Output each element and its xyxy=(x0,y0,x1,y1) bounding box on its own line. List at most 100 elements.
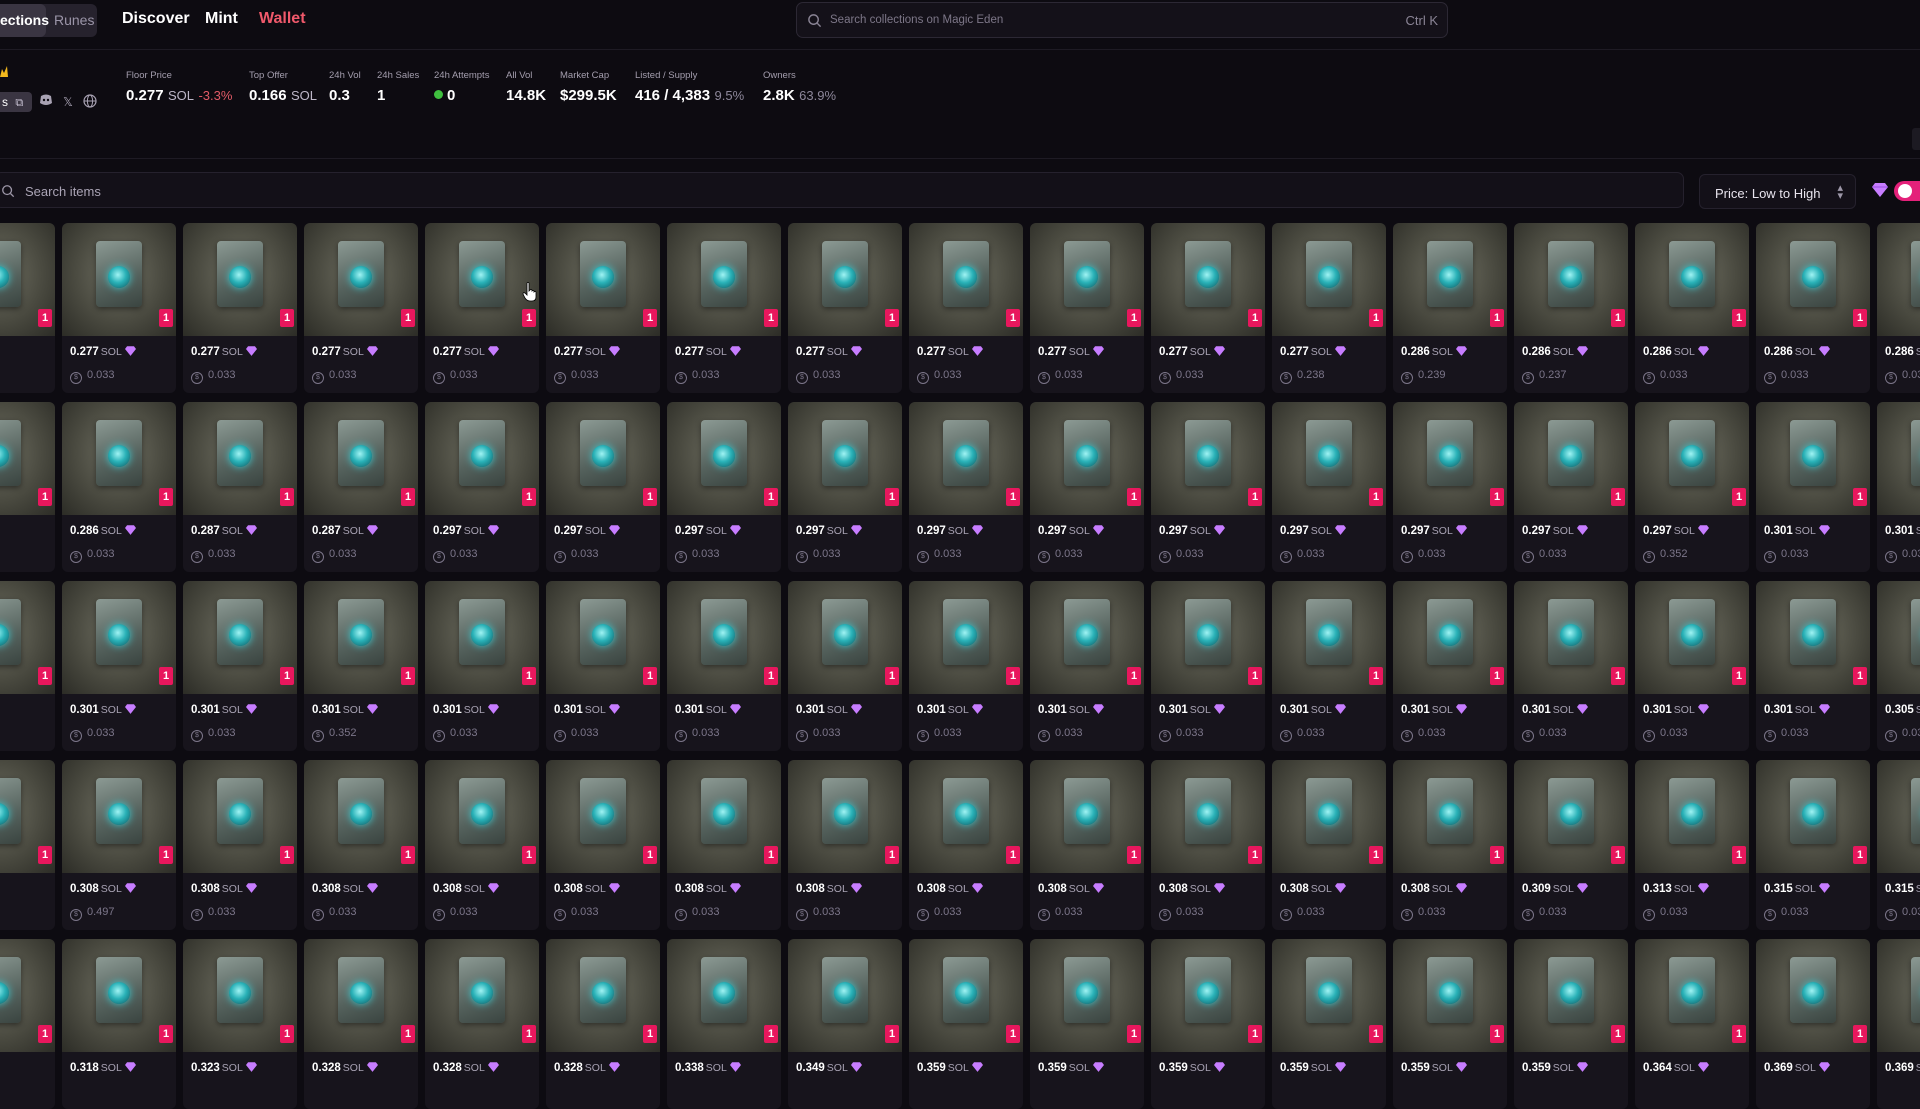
nft-card[interactable]: 1 0.359 SOL xyxy=(909,939,1023,1109)
nft-card[interactable]: 1 0.318 SOL xyxy=(62,939,176,1109)
nft-card[interactable]: 1 0.297 SOL $0.033 xyxy=(788,402,902,572)
nft-card[interactable]: 1 0.364 SOL xyxy=(1635,939,1749,1109)
nft-card[interactable]: 1 0.308 SOL $0.497 xyxy=(62,760,176,930)
nft-card[interactable]: 1 0.286 SOL $0.033 xyxy=(1635,223,1749,393)
nft-card[interactable]: 1 0.359 SOL xyxy=(1030,939,1144,1109)
nft-card[interactable]: 1 0.359 SOL xyxy=(1272,939,1386,1109)
nft-card[interactable]: 1 0.297 SOL $0.352 xyxy=(1635,402,1749,572)
nft-card[interactable]: 1 0.297 SOL $0.033 xyxy=(1514,402,1628,572)
nft-card[interactable]: 1 0.308 SOL $0.033 xyxy=(304,760,418,930)
price-unit: SOL xyxy=(1552,704,1574,716)
nft-card[interactable]: 1 0.308 SOL $0.033 xyxy=(183,760,297,930)
nft-card[interactable]: 1 0.301 SOL $0.033 xyxy=(1514,581,1628,751)
nft-card[interactable]: 1 0.277 SOL $0.033 xyxy=(1151,223,1265,393)
nft-card[interactable]: 1 0.301 SOL $0.033 xyxy=(1393,581,1507,751)
nft-card[interactable]: 1 0.308 SOL $0.033 xyxy=(425,760,539,930)
last-sale-value: 0.033 xyxy=(934,906,962,918)
nft-card[interactable]: 1 0.297 SOL $0.033 xyxy=(1030,402,1144,572)
nft-card[interactable]: 1 0.286 SOL $0.033 xyxy=(62,402,176,572)
nft-card[interactable]: 1 0.277 SOL $0.033 xyxy=(788,223,902,393)
nft-card[interactable]: 1 0.301 SOL $0.033 xyxy=(183,581,297,751)
last-sale-label: $0.033 xyxy=(917,906,962,921)
nft-card[interactable]: 1 0.301 SOL $0.033 xyxy=(909,581,1023,751)
nft-card[interactable]: 1 0.277 SOL $0.033 xyxy=(304,223,418,393)
nft-card[interactable]: 1 xyxy=(0,223,55,393)
nft-card[interactable]: 1 0.277 SOL $0.033 xyxy=(62,223,176,393)
nft-card[interactable]: 10.315SOL$0.03 xyxy=(1877,760,1920,930)
nft-card[interactable]: 1 xyxy=(0,939,55,1109)
nft-card[interactable]: 1 0.301 SOL $0.033 xyxy=(788,581,902,751)
nft-card[interactable]: 1 0.359 SOL xyxy=(1393,939,1507,1109)
nft-card[interactable]: 1 0.308 SOL $0.033 xyxy=(546,760,660,930)
nft-card[interactable]: 1 xyxy=(0,760,55,930)
quantity-badge: 1 xyxy=(280,1025,294,1043)
nft-card[interactable]: 1 0.287 SOL $0.033 xyxy=(183,402,297,572)
nft-card[interactable]: 1 0.286 SOL $0.239 xyxy=(1393,223,1507,393)
nft-card[interactable]: 1 0.277 SOL $0.033 xyxy=(909,223,1023,393)
nft-card[interactable]: 10.286SOL$0.03 xyxy=(1877,223,1920,393)
nft-card[interactable]: 1 0.359 SOL xyxy=(1151,939,1265,1109)
nft-card[interactable]: 1 0.301 SOL $0.033 xyxy=(425,581,539,751)
last-sale-icon: $ xyxy=(1038,551,1050,563)
nft-card[interactable]: 1 0.301 SOL $0.033 xyxy=(667,581,781,751)
nft-card[interactable]: 1 0.315 SOL $0.033 xyxy=(1756,760,1870,930)
price-unit: SOL xyxy=(705,883,727,895)
nft-card[interactable]: 10.369SOL xyxy=(1877,939,1920,1109)
nft-card[interactable]: 1 0.313 SOL $0.033 xyxy=(1635,760,1749,930)
nft-card[interactable]: 1 0.301 SOL $0.033 xyxy=(1756,402,1870,572)
nft-card[interactable]: 1 0.308 SOL $0.033 xyxy=(788,760,902,930)
nft-card[interactable]: 1 0.286 SOL $0.237 xyxy=(1514,223,1628,393)
last-sale-icon: $ xyxy=(796,551,808,563)
quantity-badge: 1 xyxy=(159,1025,173,1043)
nft-card[interactable]: 1 0.328 SOL xyxy=(546,939,660,1109)
nft-card[interactable]: 1 0.277 SOL $0.033 xyxy=(667,223,781,393)
nft-card[interactable]: 1 0.301 SOL $0.033 xyxy=(1635,581,1749,751)
orb-art xyxy=(1439,982,1461,1004)
price-value: 0.297 xyxy=(1522,525,1551,537)
nft-card[interactable]: 1 0.297 SOL $0.033 xyxy=(1393,402,1507,572)
nft-card[interactable]: 10.301SOL$0.03 xyxy=(1877,402,1920,572)
nft-card[interactable]: 1 0.301 SOL $0.033 xyxy=(1756,581,1870,751)
nft-card[interactable]: 1 0.328 SOL xyxy=(425,939,539,1109)
nft-card[interactable]: 1 0.301 SOL $0.033 xyxy=(1030,581,1144,751)
nft-card[interactable]: 10.369SOL xyxy=(1756,939,1870,1109)
nft-card[interactable]: 1 0.349 SOL xyxy=(788,939,902,1109)
nft-card[interactable]: 10.305SOL$0.03 xyxy=(1877,581,1920,751)
nft-card[interactable]: 1 0.308 SOL $0.033 xyxy=(667,760,781,930)
nft-card[interactable]: 1 0.297 SOL $0.033 xyxy=(546,402,660,572)
nft-card[interactable]: 1 0.308 SOL $0.033 xyxy=(909,760,1023,930)
nft-card[interactable]: 1 0.297 SOL $0.033 xyxy=(1151,402,1265,572)
last-sale-icon: $ xyxy=(1764,909,1776,921)
nft-card[interactable]: 1 0.286 SOL $0.033 xyxy=(1756,223,1870,393)
nft-card[interactable]: 1 0.297 SOL $0.033 xyxy=(909,402,1023,572)
price-label: 0.349 SOL xyxy=(796,1062,862,1075)
gem-icon xyxy=(1697,704,1709,717)
nft-card[interactable]: 1 0.359 SOL xyxy=(1514,939,1628,1109)
nft-card[interactable]: 1 0.277 SOL $0.033 xyxy=(183,223,297,393)
nft-card[interactable]: 1 0.297 SOL $0.033 xyxy=(667,402,781,572)
nft-card[interactable]: 1 0.308 SOL $0.033 xyxy=(1030,760,1144,930)
nft-card[interactable]: 1 0.277 SOL $0.033 xyxy=(425,223,539,393)
price-value: 0.277 xyxy=(554,346,583,358)
nft-card[interactable]: 1 0.338 SOL xyxy=(667,939,781,1109)
nft-card[interactable]: 1 0.308 SOL $0.033 xyxy=(1393,760,1507,930)
nft-card[interactable]: 1 0.301 SOL $0.033 xyxy=(546,581,660,751)
nft-card[interactable]: 1 0.287 SOL $0.033 xyxy=(304,402,418,572)
nft-card[interactable]: 1 0.301 SOL $0.033 xyxy=(62,581,176,751)
nft-card[interactable]: 1 0.328 SOL xyxy=(304,939,418,1109)
nft-card[interactable]: 1 0.301 SOL $0.033 xyxy=(1151,581,1265,751)
nft-card[interactable]: 1 0.301 SOL $0.352 xyxy=(304,581,418,751)
nft-card[interactable]: 1 0.297 SOL $0.033 xyxy=(1272,402,1386,572)
nft-card[interactable]: 1 xyxy=(0,581,55,751)
nft-card[interactable]: 1 0.309 SOL $0.033 xyxy=(1514,760,1628,930)
nft-card[interactable]: 1 xyxy=(0,402,55,572)
nft-card[interactable]: 1 0.323 SOL xyxy=(183,939,297,1109)
nft-card[interactable]: 1 0.277 SOL $0.033 xyxy=(546,223,660,393)
nft-card[interactable]: 1 0.308 SOL $0.033 xyxy=(1151,760,1265,930)
nft-card[interactable]: 1 0.277 SOL $0.033 xyxy=(1030,223,1144,393)
price-value: 0.297 xyxy=(554,525,583,537)
nft-card[interactable]: 1 0.297 SOL $0.033 xyxy=(425,402,539,572)
nft-card[interactable]: 1 0.308 SOL $0.033 xyxy=(1272,760,1386,930)
nft-card[interactable]: 1 0.301 SOL $0.033 xyxy=(1272,581,1386,751)
nft-card[interactable]: 1 0.277 SOL $0.238 xyxy=(1272,223,1386,393)
